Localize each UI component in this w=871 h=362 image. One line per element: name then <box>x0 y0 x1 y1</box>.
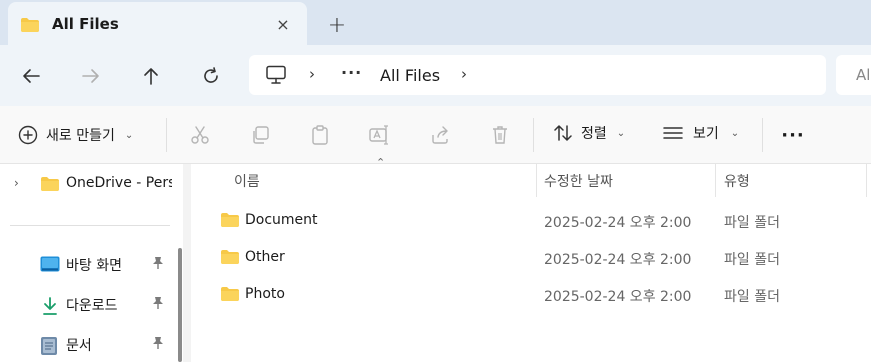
divider <box>762 118 763 152</box>
share-icon <box>432 126 448 144</box>
file-name: Document <box>245 212 318 228</box>
delete-button[interactable] <box>489 124 511 146</box>
folder-icon <box>220 286 240 306</box>
column-divider[interactable] <box>866 164 867 197</box>
divider <box>10 225 170 226</box>
new-button-label: 새로 만들기 <box>46 128 115 144</box>
file-row[interactable]: Other 2025-02-24 오후 2:00 파일 폴더 <box>191 239 871 276</box>
column-header-name[interactable]: 이름 <box>234 164 260 197</box>
sidebar-item-label: 문서 <box>66 338 92 354</box>
file-date: 2025-02-24 오후 2:00 <box>544 215 692 231</box>
back-arrow-icon <box>23 69 40 83</box>
sidebar-scrollbar[interactable] <box>178 248 182 362</box>
folder-icon <box>40 176 60 196</box>
sort-icon <box>554 125 572 141</box>
document-icon <box>40 336 58 360</box>
column-header-type[interactable]: 유형 <box>724 164 750 197</box>
pin-icon[interactable] <box>152 336 164 353</box>
new-tab-button[interactable]: + <box>323 11 351 39</box>
copy-button[interactable] <box>249 124 271 146</box>
file-list: ⌃ 이름 수정한 날짜 유형 Document 2025-02-24 오후 2:… <box>191 156 871 362</box>
file-type: 파일 폴더 <box>724 252 780 268</box>
download-icon <box>40 296 60 320</box>
navigation-pane: › OneDrive - Pers 바탕 화면 다운로드 문서 <box>0 164 183 362</box>
breadcrumb-chevron-icon[interactable]: › <box>309 65 315 83</box>
column-divider[interactable] <box>715 164 716 197</box>
sidebar-item-label: 바탕 화면 <box>66 258 122 274</box>
search-placeholder: Al <box>856 66 871 84</box>
tab-close-button[interactable]: × <box>272 13 294 35</box>
sidebar-item-label: 다운로드 <box>66 298 118 314</box>
search-box[interactable]: Al <box>836 55 871 95</box>
sidebar-item-desktop[interactable]: 바탕 화면 <box>0 246 172 282</box>
forward-button[interactable] <box>76 61 106 91</box>
file-row[interactable]: Photo 2025-02-24 오후 2:00 파일 폴더 <box>191 276 871 313</box>
this-pc-icon[interactable] <box>265 65 287 89</box>
tab-all-files[interactable]: All Files × <box>8 2 307 45</box>
file-date: 2025-02-24 오후 2:00 <box>544 289 692 305</box>
breadcrumb-more-button[interactable]: ··· <box>341 63 362 82</box>
chevron-right-icon[interactable]: › <box>14 176 19 190</box>
file-type: 파일 폴더 <box>724 215 780 231</box>
file-type: 파일 폴더 <box>724 289 780 305</box>
rename-button[interactable] <box>369 124 391 146</box>
folder-icon <box>220 249 240 269</box>
up-arrow-icon <box>144 68 158 85</box>
divider <box>166 118 167 152</box>
file-date: 2025-02-24 오후 2:00 <box>544 252 692 268</box>
refresh-icon <box>204 67 218 83</box>
plus-circle-icon <box>18 125 38 145</box>
refresh-button[interactable] <box>196 61 226 91</box>
navigation-bar: › ··· All Files › Al <box>0 45 871 106</box>
divider <box>533 118 534 152</box>
up-button[interactable] <box>136 61 166 91</box>
view-label: 보기 <box>693 126 719 142</box>
paste-button[interactable] <box>309 124 331 146</box>
back-button[interactable] <box>16 61 46 91</box>
file-name: Other <box>245 249 285 265</box>
pin-icon[interactable] <box>152 296 164 313</box>
clipboard-icon <box>312 125 328 145</box>
address-bar[interactable]: › ··· All Files › <box>249 55 826 95</box>
folder-icon <box>20 17 40 37</box>
forward-arrow-icon <box>82 69 99 83</box>
sort-ascending-icon: ⌃ <box>376 156 386 169</box>
tab-strip: All Files × + <box>0 0 871 45</box>
more-options-button[interactable]: ··· <box>780 123 806 147</box>
view-button[interactable]: 보기 ⌄ <box>663 123 739 143</box>
pin-icon[interactable] <box>152 256 164 273</box>
trash-icon <box>493 126 507 144</box>
file-row[interactable]: Document 2025-02-24 오후 2:00 파일 폴더 <box>191 202 871 239</box>
column-divider[interactable] <box>536 164 537 197</box>
desktop-icon <box>40 256 60 276</box>
chevron-down-icon: ⌄ <box>616 127 626 139</box>
rename-icon <box>369 125 388 145</box>
breadcrumb-current[interactable]: All Files <box>380 66 440 85</box>
sidebar-item-onedrive[interactable]: › OneDrive - Pers <box>0 166 172 202</box>
sort-button[interactable]: 정렬 ⌄ <box>553 123 625 143</box>
sort-label: 정렬 <box>581 126 607 142</box>
sidebar-item-documents[interactable]: 문서 <box>0 326 172 362</box>
breadcrumb-chevron-icon[interactable]: › <box>461 65 467 83</box>
cut-button[interactable] <box>189 124 211 146</box>
share-button[interactable] <box>429 124 451 146</box>
sidebar-item-downloads[interactable]: 다운로드 <box>0 286 172 322</box>
chevron-down-icon: ⌄ <box>730 127 740 139</box>
pane-splitter[interactable] <box>183 164 191 362</box>
list-view-icon <box>663 127 683 139</box>
tab-title: All Files <box>52 15 119 33</box>
scissors-icon <box>191 126 209 144</box>
file-name: Photo <box>245 286 285 302</box>
column-header-date[interactable]: 수정한 날짜 <box>544 164 613 197</box>
sidebar-item-label: OneDrive - Pers <box>66 175 172 191</box>
folder-icon <box>220 212 240 232</box>
chevron-down-icon: ⌄ <box>124 129 134 141</box>
new-button[interactable]: 새로 만들기 ⌄ <box>18 123 133 147</box>
command-bar: 새로 만들기 ⌄ 정렬 ⌄ 보기 ⌄ ··· <box>0 106 871 164</box>
copy-icon <box>253 126 269 144</box>
